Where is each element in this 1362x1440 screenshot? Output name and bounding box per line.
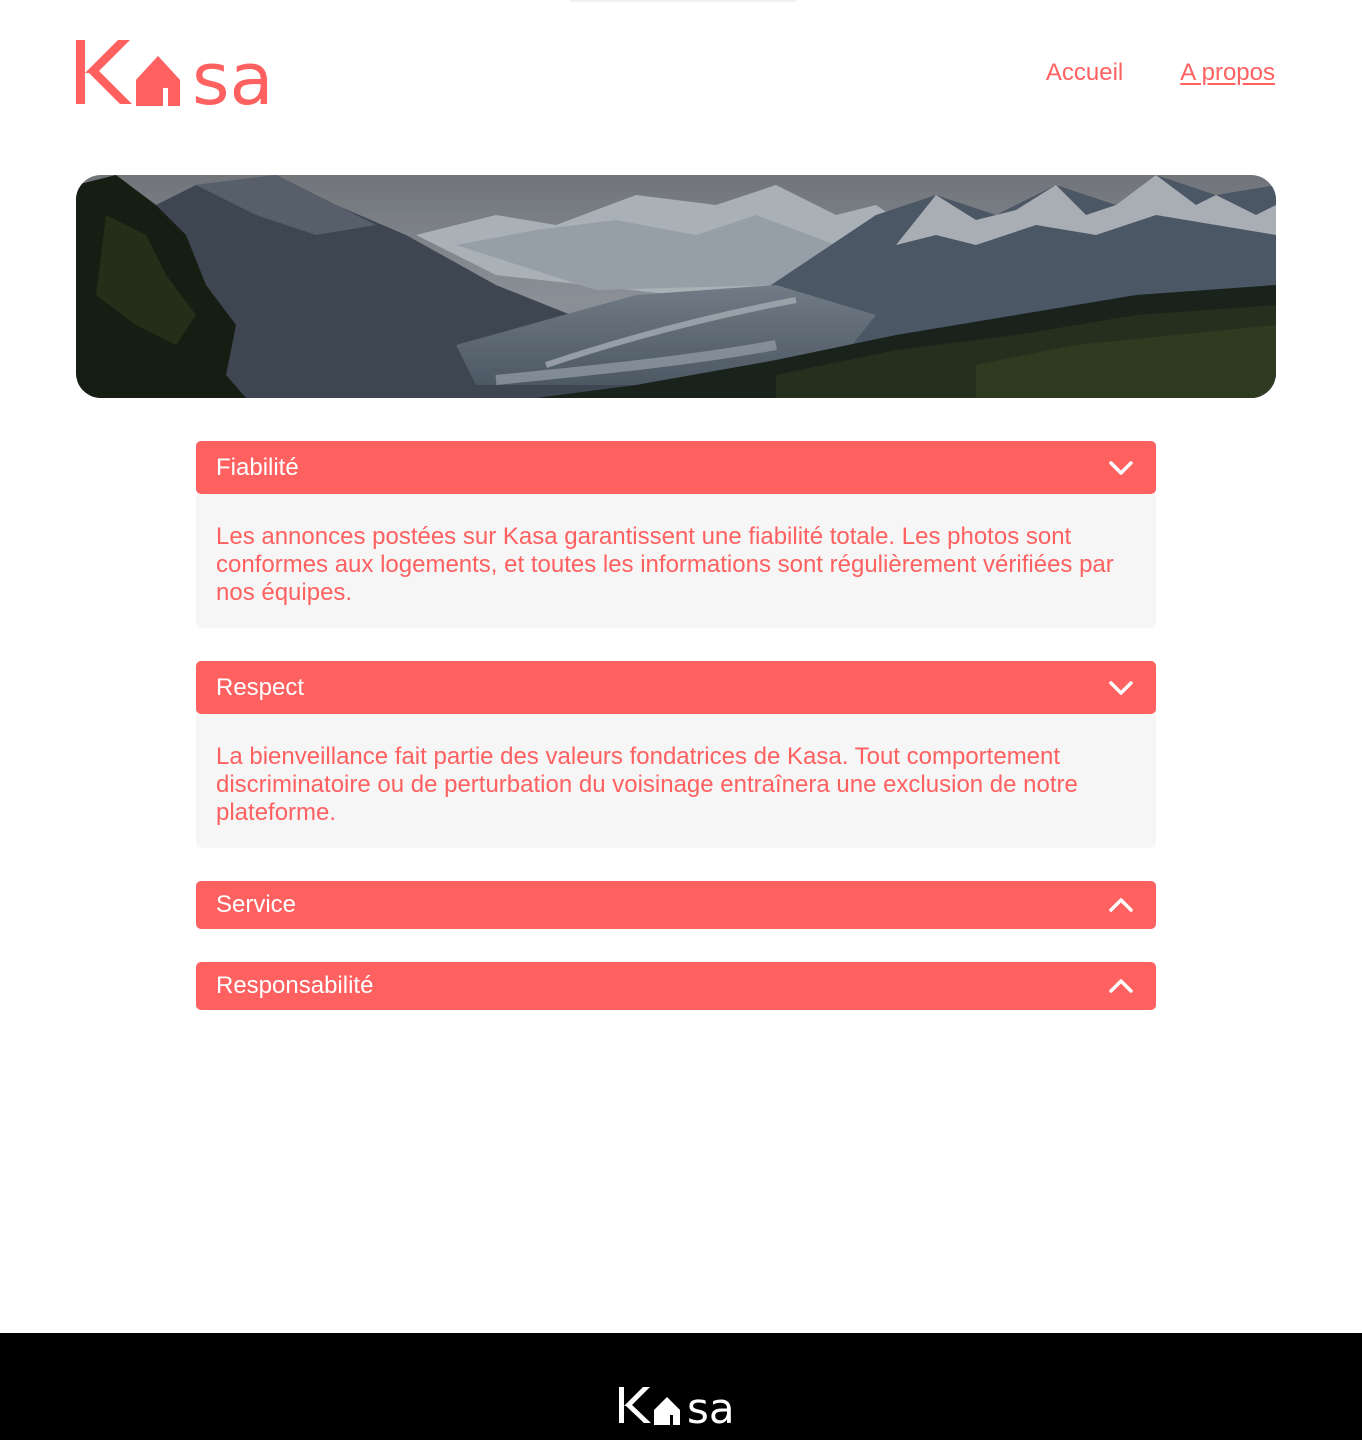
collapse-title: Service — [216, 891, 297, 918]
chevron-down-icon[interactable] — [1108, 460, 1134, 476]
about-banner — [76, 175, 1276, 398]
svg-text:sa: sa — [687, 1385, 735, 1429]
values-accordion: Fiabilité Les annonces postées sur Kasa … — [196, 441, 1156, 1043]
collapse-content: La bienveillance fait partie des valeurs… — [216, 743, 1078, 826]
nav-link-a-propos[interactable]: A propos — [1180, 61, 1275, 85]
collapse-content: Les annonces postées sur Kasa garantisse… — [216, 523, 1114, 606]
collapse-service: Service — [196, 881, 1156, 929]
collapse-respect: Respect La bienveillance fait partie des… — [196, 661, 1156, 848]
collapse-body-fiabilite: Les annonces postées sur Kasa garantisse… — [196, 494, 1156, 628]
nav-link-accueil[interactable]: Accueil — [1046, 61, 1123, 85]
collapse-header-service[interactable]: Service — [196, 881, 1156, 929]
top-shadow — [570, 0, 796, 3]
about-page: sa Accueil A propos Fiabilité Les annonc… — [0, 0, 1362, 1440]
chevron-up-icon[interactable] — [1108, 978, 1134, 994]
site-header: sa Accueil A propos — [76, 36, 1276, 110]
collapse-header-fiabilite[interactable]: Fiabilité — [196, 441, 1156, 494]
kasa-logo[interactable]: sa — [76, 36, 288, 110]
collapse-header-respect[interactable]: Respect — [196, 661, 1156, 714]
chevron-up-icon[interactable] — [1108, 897, 1134, 913]
site-footer: sa — [0, 1333, 1362, 1440]
main-nav: Accueil A propos — [1046, 61, 1276, 85]
collapse-title: Responsabilité — [216, 972, 374, 999]
chevron-down-icon[interactable] — [1108, 680, 1134, 696]
collapse-title: Fiabilité — [216, 453, 299, 481]
collapse-title: Respect — [216, 673, 305, 701]
collapse-header-responsabilite[interactable]: Responsabilité — [196, 962, 1156, 1010]
svg-text:sa: sa — [192, 37, 274, 110]
collapse-responsabilite: Responsabilité — [196, 962, 1156, 1010]
banner-image — [76, 175, 1276, 398]
collapse-body-respect: La bienveillance fait partie des valeurs… — [196, 714, 1156, 848]
footer-kasa-logo: sa — [619, 1385, 735, 1429]
collapse-fiabilite: Fiabilité Les annonces postées sur Kasa … — [196, 441, 1156, 628]
